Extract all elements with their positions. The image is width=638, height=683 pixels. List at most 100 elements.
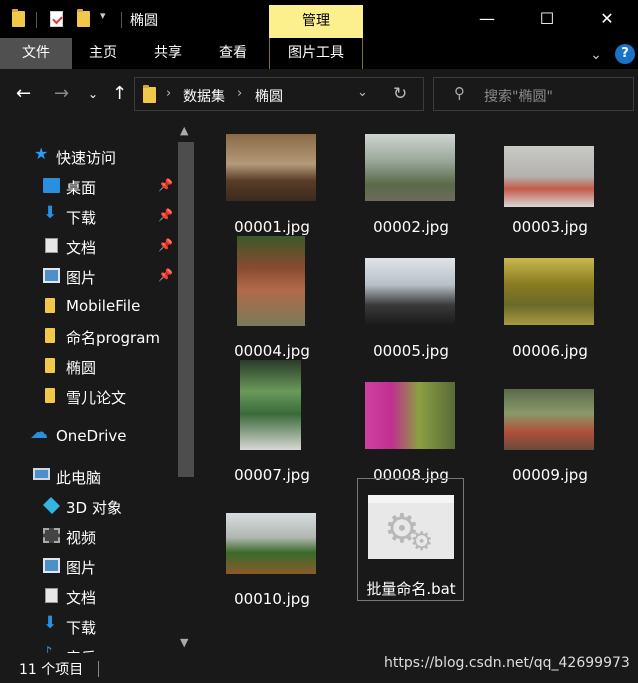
file-item[interactable]: 00010.jpg xyxy=(219,498,325,620)
customize-quick-access-icon[interactable]: ▾ xyxy=(100,9,106,22)
image-thumbnail xyxy=(365,382,455,449)
sidebar-item-documents[interactable]: 文档 📌 xyxy=(0,231,176,261)
search-box[interactable]: ⚲ 搜索"椭圆" xyxy=(433,77,634,111)
sidebar-item-pc-downloads[interactable]: ⬇ 下载 xyxy=(0,611,176,641)
sidebar-item-label: 下载 xyxy=(66,619,97,637)
properties-icon[interactable] xyxy=(50,11,63,27)
scrollbar-thumb[interactable] xyxy=(178,142,194,477)
navigation-bar: ← → ⌄ ↑ › 数据集 › 椭圆 ⌄ ↻ ⚲ 搜索"椭圆" xyxy=(0,69,638,120)
sidebar-item-desktop[interactable]: 桌面 📌 xyxy=(0,171,176,201)
file-name: 00001.jpg xyxy=(234,218,310,236)
sidebar-item-pc-pictures[interactable]: 图片 xyxy=(0,551,176,581)
sidebar-item-label: 命名program xyxy=(66,329,161,347)
file-name: 00004.jpg xyxy=(234,342,310,360)
sidebar-item-label: MobileFile xyxy=(66,297,141,315)
navigation-pane: ★ 快速访问 桌面 📌 ⬇ 下载 📌 文档 📌 图片 📌 MobileFile … xyxy=(0,120,196,653)
folder-icon xyxy=(45,388,55,403)
file-item[interactable]: 00004.jpg xyxy=(219,236,325,372)
file-item[interactable]: 00006.jpg xyxy=(497,250,603,372)
document-icon xyxy=(45,238,58,253)
ribbon-tabs: 文件 主页 共享 查看 图片工具 ⌄ ? xyxy=(0,38,638,69)
sidebar-item-label: 3D 对象 xyxy=(66,499,122,517)
image-thumbnail xyxy=(240,360,301,450)
expand-ribbon-icon[interactable]: ⌄ xyxy=(586,40,606,71)
pin-icon: 📌 xyxy=(158,178,173,192)
file-item[interactable]: 00005.jpg xyxy=(358,250,464,372)
sidebar-item-label: 图片 xyxy=(66,269,97,287)
sidebar-item-label: 雪儿论文 xyxy=(66,389,127,407)
back-arrow-icon[interactable]: ← xyxy=(16,83,31,104)
chevron-right-icon[interactable]: › xyxy=(237,86,242,101)
breadcrumb-dataset[interactable]: 数据集 xyxy=(183,86,225,106)
image-thumbnail xyxy=(226,134,316,201)
search-icon: ⚲ xyxy=(454,84,465,102)
sidebar-item-videos[interactable]: 视频 xyxy=(0,521,176,551)
sidebar-item-3d-objects[interactable]: 3D 对象 xyxy=(0,491,176,521)
sidebar-item-pc-documents[interactable]: 文档 xyxy=(0,581,176,611)
file-item[interactable]: 00003.jpg xyxy=(497,126,603,248)
search-input[interactable]: 搜索"椭圆" xyxy=(484,86,553,106)
maximize-button[interactable]: ☐ xyxy=(524,0,570,38)
tab-manage[interactable]: 管理 xyxy=(269,5,363,38)
scroll-down-icon[interactable]: ▼ xyxy=(180,636,188,649)
music-icon: ♪ xyxy=(43,643,53,653)
breadcrumb-ellipse[interactable]: 椭圆 xyxy=(255,86,283,106)
forward-arrow-icon[interactable]: → xyxy=(54,83,69,104)
file-item[interactable]: 00009.jpg xyxy=(497,374,603,496)
help-icon[interactable]: ? xyxy=(615,44,635,64)
file-item[interactable]: 00002.jpg xyxy=(358,126,464,248)
sidebar-item-onedrive[interactable]: ☁ OneDrive xyxy=(0,421,176,451)
sidebar-item-thesis[interactable]: 雪儿论文 xyxy=(0,381,176,411)
tab-share[interactable]: 共享 xyxy=(136,38,200,69)
file-name: 批量命名.bat xyxy=(366,580,456,598)
sidebar-item-ellipse[interactable]: 椭圆 xyxy=(0,351,176,381)
pin-icon: 📌 xyxy=(158,208,173,222)
download-icon: ⬇ xyxy=(43,613,58,633)
new-folder-icon[interactable] xyxy=(77,9,90,27)
chevron-down-icon[interactable]: ⌄ xyxy=(357,85,368,100)
image-thumbnail xyxy=(237,236,305,326)
sidebar-item-quick-access[interactable]: ★ 快速访问 xyxy=(0,141,176,171)
sidebar-item-mobilefile[interactable]: MobileFile xyxy=(0,291,176,321)
tab-view[interactable]: 查看 xyxy=(202,38,264,69)
divider xyxy=(36,12,37,28)
address-bar[interactable]: › 数据集 › 椭圆 ⌄ ↻ xyxy=(134,77,424,111)
sidebar-item-label: OneDrive xyxy=(56,427,127,445)
divider xyxy=(121,12,122,28)
download-icon: ⬇ xyxy=(43,203,58,223)
refresh-icon[interactable]: ↻ xyxy=(393,84,407,104)
window-title: 椭圆 xyxy=(130,13,158,29)
chevron-right-icon[interactable]: › xyxy=(166,86,171,101)
pin-icon: 📌 xyxy=(158,268,173,282)
image-thumbnail xyxy=(504,258,594,325)
sidebar-item-downloads[interactable]: ⬇ 下载 📌 xyxy=(0,201,176,231)
pin-icon: 📌 xyxy=(158,238,173,252)
file-name: 00002.jpg xyxy=(373,218,449,236)
minimize-button[interactable]: — xyxy=(464,0,510,38)
close-button[interactable]: ✕ xyxy=(584,0,630,38)
file-item[interactable]: 00007.jpg xyxy=(219,360,325,496)
up-arrow-icon[interactable]: ↑ xyxy=(112,83,127,104)
computer-icon xyxy=(33,468,50,480)
sidebar-item-this-pc[interactable]: 此电脑 xyxy=(0,461,176,491)
sidebar-item-label: 椭圆 xyxy=(66,359,97,377)
tab-file[interactable]: 文件 xyxy=(0,38,72,69)
tab-picture-tools[interactable]: 图片工具 xyxy=(269,38,363,69)
recent-locations-icon[interactable]: ⌄ xyxy=(88,87,98,101)
file-item-selected[interactable]: ⚙ ⚙ 批量命名.bat xyxy=(357,478,464,601)
sidebar-item-label: 此电脑 xyxy=(56,469,102,487)
sidebar-item-label: 文档 xyxy=(66,239,97,257)
sidebar-item-music[interactable]: ♪ 音乐 xyxy=(0,641,176,653)
scroll-up-icon[interactable]: ▲ xyxy=(180,124,188,137)
sidebar-item-pictures[interactable]: 图片 📌 xyxy=(0,261,176,291)
watermark: https://blog.csdn.net/qq_42699973 xyxy=(384,655,630,671)
sidebar-item-label: 文档 xyxy=(66,589,97,607)
file-item[interactable]: 00001.jpg xyxy=(219,126,325,248)
sidebar-item-label: 下载 xyxy=(66,209,97,227)
sidebar-item-naming-program[interactable]: 命名program xyxy=(0,321,176,351)
sidebar-scrollbar[interactable]: ▲ ▼ xyxy=(176,120,196,653)
sidebar-item-label: 视频 xyxy=(66,529,97,547)
folder-icon xyxy=(45,298,55,313)
tab-home[interactable]: 主页 xyxy=(72,38,134,69)
status-bar: 11 个项目 https://blog.csdn.net/qq_42699973 xyxy=(0,653,638,683)
